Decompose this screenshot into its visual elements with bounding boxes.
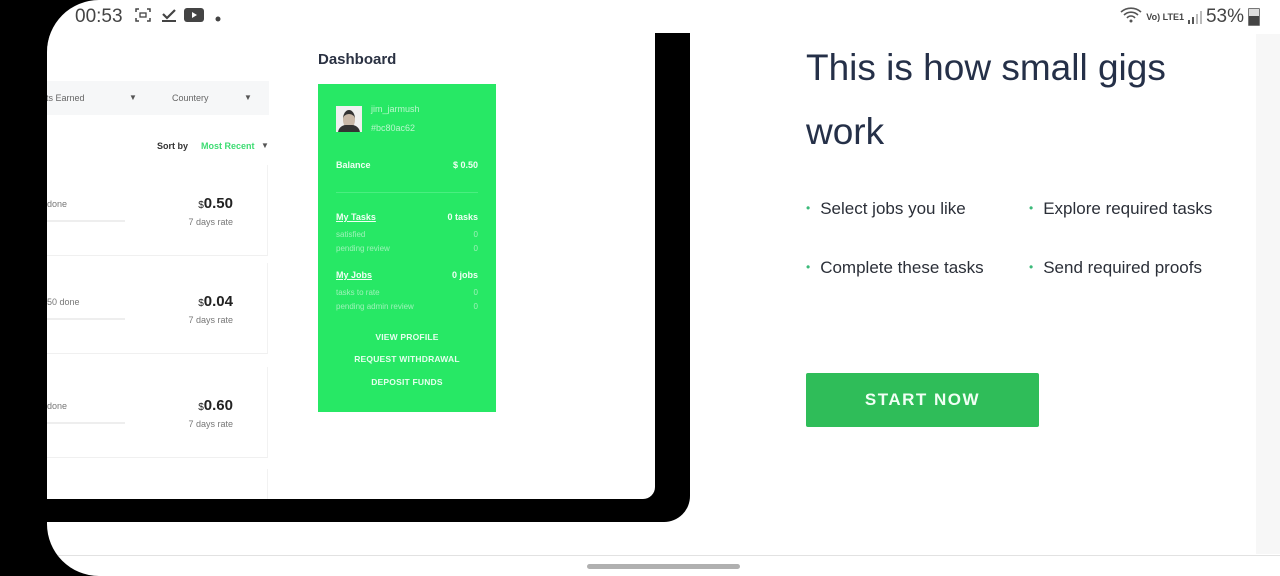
bullet-item: • Explore required tasks bbox=[1029, 199, 1213, 218]
balance-value: $ 0.50 bbox=[452, 160, 478, 170]
network-label: Vo) LTE1 bbox=[1146, 11, 1184, 22]
job-card[interactable]: done $0.50 7 days rate bbox=[47, 165, 268, 256]
user-hash: #bc80ac62 bbox=[371, 123, 416, 133]
page-headline: This is how small gigs work bbox=[806, 47, 1166, 152]
filter-points-earned[interactable]: ints Earned bbox=[47, 93, 85, 103]
tasks-pending-row: pending review 0 bbox=[336, 244, 478, 253]
sort-label: Sort by bbox=[157, 141, 189, 151]
request-withdrawal-button[interactable]: REQUEST WITHDRAWAL bbox=[318, 354, 496, 364]
job-rate-label: 7 days rate bbox=[188, 315, 233, 325]
job-rate-label: 7 days rate bbox=[188, 217, 233, 227]
avatar bbox=[336, 106, 362, 132]
start-now-button[interactable]: START NOW bbox=[806, 373, 1039, 427]
job-price: $0.50 bbox=[198, 195, 233, 212]
job-price: $0.60 bbox=[198, 397, 233, 414]
dashboard-title: Dashboard bbox=[318, 51, 397, 68]
battery-percent: 53% bbox=[1205, 6, 1244, 27]
filter-bar: ints Earned ▼ Countery ▼ bbox=[47, 81, 269, 115]
bullet-icon: • bbox=[806, 260, 811, 274]
job-done-count: done bbox=[47, 199, 68, 209]
download-done-icon bbox=[161, 8, 177, 26]
job-card[interactable]: done $0.60 7 days rate bbox=[47, 367, 268, 458]
wifi-icon bbox=[1120, 6, 1142, 28]
job-card[interactable] bbox=[47, 469, 268, 499]
my-tasks-link[interactable]: My Tasks bbox=[336, 212, 376, 222]
phone-screen: 00:53 Vo) LTE1 53% ints Earned bbox=[47, 0, 1280, 576]
youtube-icon bbox=[184, 8, 204, 26]
progress-bar bbox=[47, 422, 125, 424]
filter-country[interactable]: Countery bbox=[172, 93, 209, 103]
divider bbox=[336, 192, 478, 193]
username: jim_jarmush bbox=[371, 104, 420, 114]
job-done-count: 50 done bbox=[47, 297, 80, 307]
divider bbox=[47, 555, 1280, 556]
view-profile-button[interactable]: VIEW PROFILE bbox=[318, 332, 496, 342]
job-rate-label: 7 days rate bbox=[188, 419, 233, 429]
job-done-count: done bbox=[47, 401, 68, 411]
screenshot-icon bbox=[135, 8, 151, 26]
my-jobs-row: My Jobs 0 jobs bbox=[336, 270, 478, 280]
progress-bar bbox=[47, 220, 125, 222]
scroll-edge bbox=[1256, 34, 1280, 554]
bullet-item: • Select jobs you like bbox=[806, 199, 966, 218]
deposit-funds-button[interactable]: DEPOSIT FUNDS bbox=[318, 377, 496, 387]
tasks-satisfied-row: satisfied 0 bbox=[336, 230, 478, 239]
status-time: 00:53 bbox=[75, 6, 123, 27]
signal-icon bbox=[1187, 10, 1202, 24]
sort-select[interactable]: Most Recent bbox=[201, 141, 255, 151]
job-card[interactable]: 50 done $0.04 7 days rate bbox=[47, 263, 268, 354]
home-indicator[interactable] bbox=[587, 564, 740, 569]
my-tasks-row: My Tasks 0 tasks bbox=[336, 212, 478, 222]
dot-icon bbox=[215, 10, 221, 26]
progress-bar bbox=[47, 318, 125, 320]
status-bar: 00:53 Vo) LTE1 53% bbox=[47, 0, 1280, 34]
job-price: $0.04 bbox=[198, 293, 233, 310]
bullet-item: • Complete these tasks bbox=[806, 258, 984, 277]
dashboard-card: jim_jarmush #bc80ac62 Balance $ 0.50 My … bbox=[318, 84, 496, 412]
chevron-down-icon[interactable]: ▼ bbox=[129, 93, 137, 102]
balance-row: Balance $ 0.50 bbox=[336, 160, 478, 170]
bullet-icon: • bbox=[1029, 260, 1034, 274]
my-jobs-link[interactable]: My Jobs bbox=[336, 270, 372, 280]
chevron-down-icon[interactable]: ▼ bbox=[244, 93, 252, 102]
jobs-pending-row: pending admin review 0 bbox=[336, 302, 478, 311]
bullet-item: • Send required proofs bbox=[1029, 258, 1202, 277]
chevron-down-icon[interactable]: ▼ bbox=[261, 141, 269, 150]
tablet-screen: ints Earned ▼ Countery ▼ Sort by Most Re… bbox=[47, 33, 655, 499]
status-right: Vo) LTE1 53% bbox=[1120, 6, 1260, 28]
jobs-to-rate-row: tasks to rate 0 bbox=[336, 288, 478, 297]
bullet-icon: • bbox=[806, 201, 811, 215]
battery-icon bbox=[1248, 8, 1260, 26]
bullet-icon: • bbox=[1029, 201, 1034, 215]
